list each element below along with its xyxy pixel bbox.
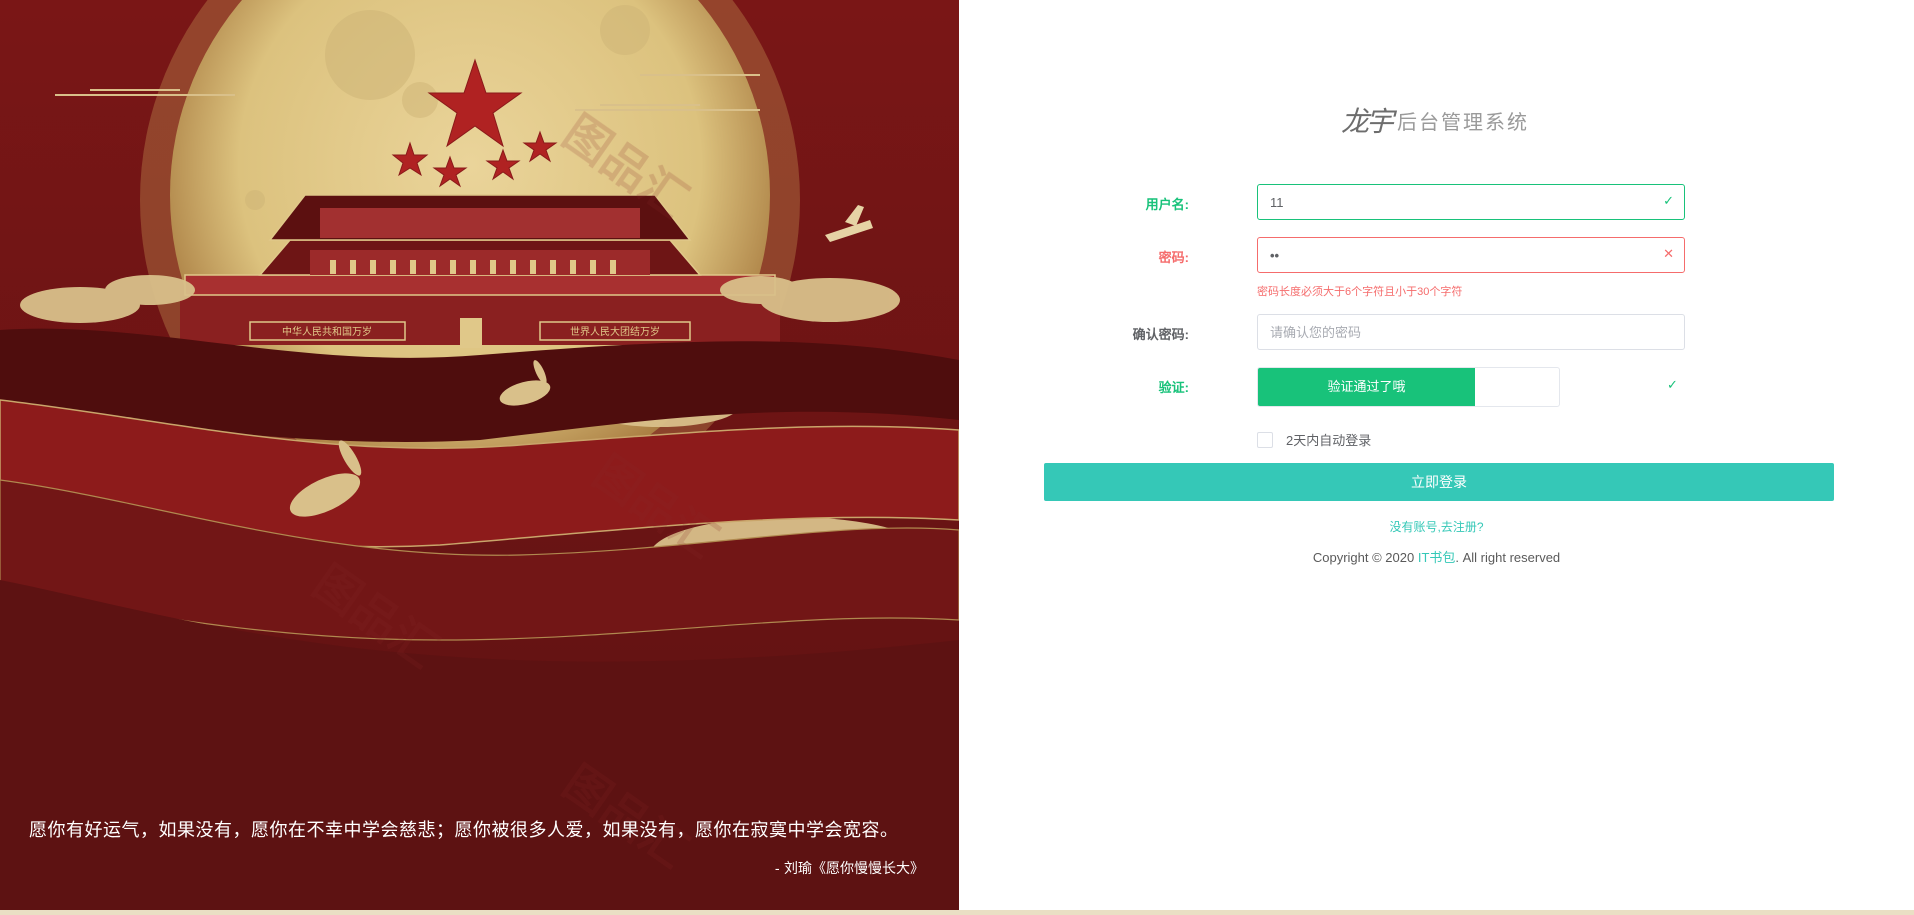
hero-illustration: 中华人民共和国万岁 世界人民大团结万岁 图品汇 图品汇 图品汇 图品汇: [0, 0, 959, 910]
logo-mark: 龙宇: [1341, 105, 1394, 138]
username-field: ✓: [1257, 184, 1685, 220]
login-button[interactable]: 立即登录: [1044, 463, 1834, 501]
check-icon: ✓: [1667, 377, 1678, 392]
username-label: 用户名:: [1145, 197, 1189, 212]
username-input[interactable]: [1258, 185, 1652, 219]
confirm-password-input[interactable]: [1258, 315, 1652, 349]
close-icon: ✕: [1663, 246, 1674, 261]
confirm-password-field: [1257, 314, 1685, 350]
remember-checkbox[interactable]: [1257, 431, 1273, 448]
password-field: ✕: [1257, 237, 1685, 273]
copyright-suffix: . All right reserved: [1455, 550, 1561, 565]
verify-slider-fill: 验证通过了哦: [1258, 368, 1475, 406]
login-panel: 龙宇 后台管理系统 用户名: ✓ 密码: ✕ 密码长度必须大于6个字符且小于30…: [959, 0, 1914, 910]
password-error: 密码长度必须大于6个字符且小于30个字符: [1257, 286, 1463, 298]
copyright-prefix: Copyright © 2020: [1312, 550, 1415, 565]
remember-label: 2天内自动登录: [1286, 433, 1372, 448]
banner-left: 中华人民共和国万岁: [282, 325, 372, 338]
bottom-strip: [0, 910, 1914, 915]
verify-slider[interactable]: 验证通过了哦: [1257, 367, 1560, 407]
password-label: 密码:: [1158, 250, 1189, 265]
hero-quote: 愿你有好运气，如果没有，愿你在不幸中学会慈悲；愿你被很多人爱，如果没有，愿你在寂…: [29, 820, 899, 841]
hero-panel: 中华人民共和国万岁 世界人民大团结万岁 图品汇 图品汇 图品汇 图品汇 愿你有好…: [0, 0, 959, 910]
banner-right: 世界人民大团结万岁: [570, 325, 660, 338]
brand-link[interactable]: IT书包: [1418, 550, 1456, 565]
register-link[interactable]: 没有账号,去注册?: [959, 518, 1914, 535]
remember-option[interactable]: 2天内自动登录: [1257, 430, 1371, 449]
app-logo: 龙宇 后台管理系统: [1341, 100, 1529, 140]
hero-quote-author: - 刘瑜《愿你慢慢长大》: [774, 861, 924, 877]
check-icon: ✓: [1663, 193, 1674, 208]
verify-label: 验证:: [1158, 380, 1189, 395]
copyright: Copyright © 2020 IT书包. All right reserve…: [959, 547, 1914, 566]
app-title: 后台管理系统: [1397, 111, 1530, 134]
confirm-password-label: 确认密码:: [1132, 327, 1189, 342]
password-input[interactable]: [1258, 238, 1652, 272]
